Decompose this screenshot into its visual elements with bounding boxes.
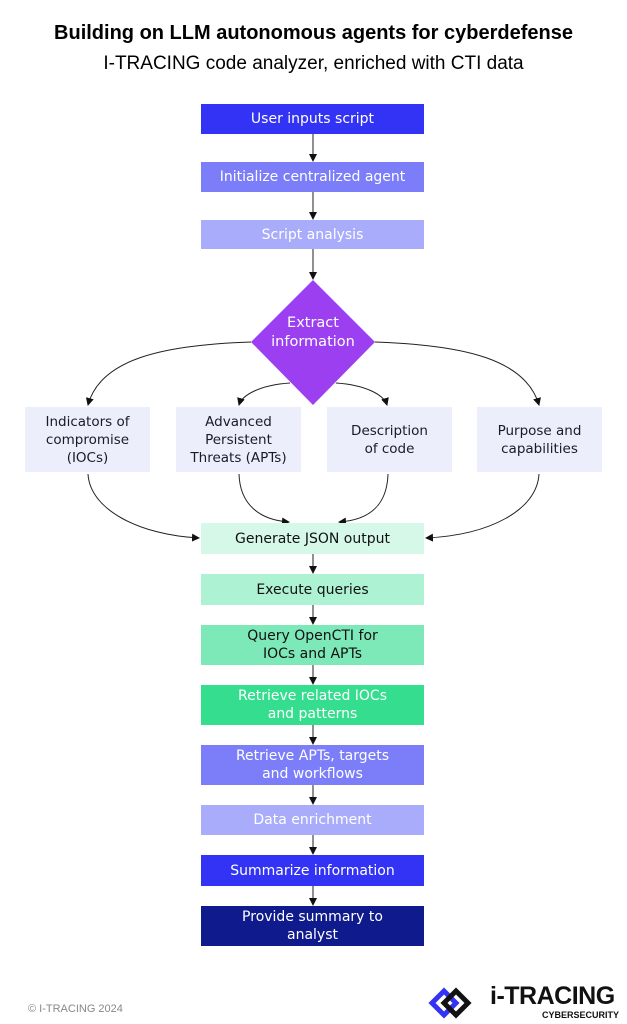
- step-summarize: Summarize information: [201, 855, 424, 886]
- step-script-analysis: Script analysis: [201, 220, 424, 249]
- branch-iocs: Indicators of compromise (IOCs): [25, 407, 150, 472]
- step-provide-summary: Provide summary to analyst: [201, 906, 424, 946]
- arrow: [238, 473, 290, 526]
- step-retrieve-apts: Retrieve APTs, targets and workflows: [201, 745, 424, 785]
- step-query-opencti: Query OpenCTI for IOCs and APTs: [201, 625, 424, 665]
- arrow: [85, 341, 252, 406]
- arrow: [374, 341, 541, 406]
- branch-apts: Advanced Persistent Threats (APTs): [176, 407, 301, 472]
- step-retrieve-iocs: Retrieve related IOCs and patterns: [201, 685, 424, 725]
- branch-description: Description of code: [327, 407, 452, 472]
- logo-text: i-TRACING: [490, 982, 615, 1010]
- decision-label: Extract information: [271, 315, 355, 350]
- arrow: [87, 473, 200, 542]
- logo-subtext: CYBERSECURITY: [541, 1010, 619, 1020]
- step-user-inputs-script: User inputs script: [201, 104, 424, 134]
- step-data-enrichment: Data enrichment: [201, 805, 424, 835]
- step-initialize-agent: Initialize centralized agent: [201, 162, 424, 192]
- diagram-page: Building on LLM autonomous agents for cy…: [0, 0, 627, 1024]
- arrow: [335, 382, 389, 406]
- copyright: © I-TRACING 2024: [28, 1003, 123, 1015]
- arrow: [237, 382, 291, 406]
- arrow: [338, 473, 389, 526]
- logo-mark: [428, 987, 472, 1019]
- branch-purpose: Purpose and capabilities: [477, 407, 602, 472]
- step-generate-json: Generate JSON output: [201, 523, 424, 554]
- arrow: [425, 473, 540, 542]
- step-execute-queries: Execute queries: [201, 574, 424, 605]
